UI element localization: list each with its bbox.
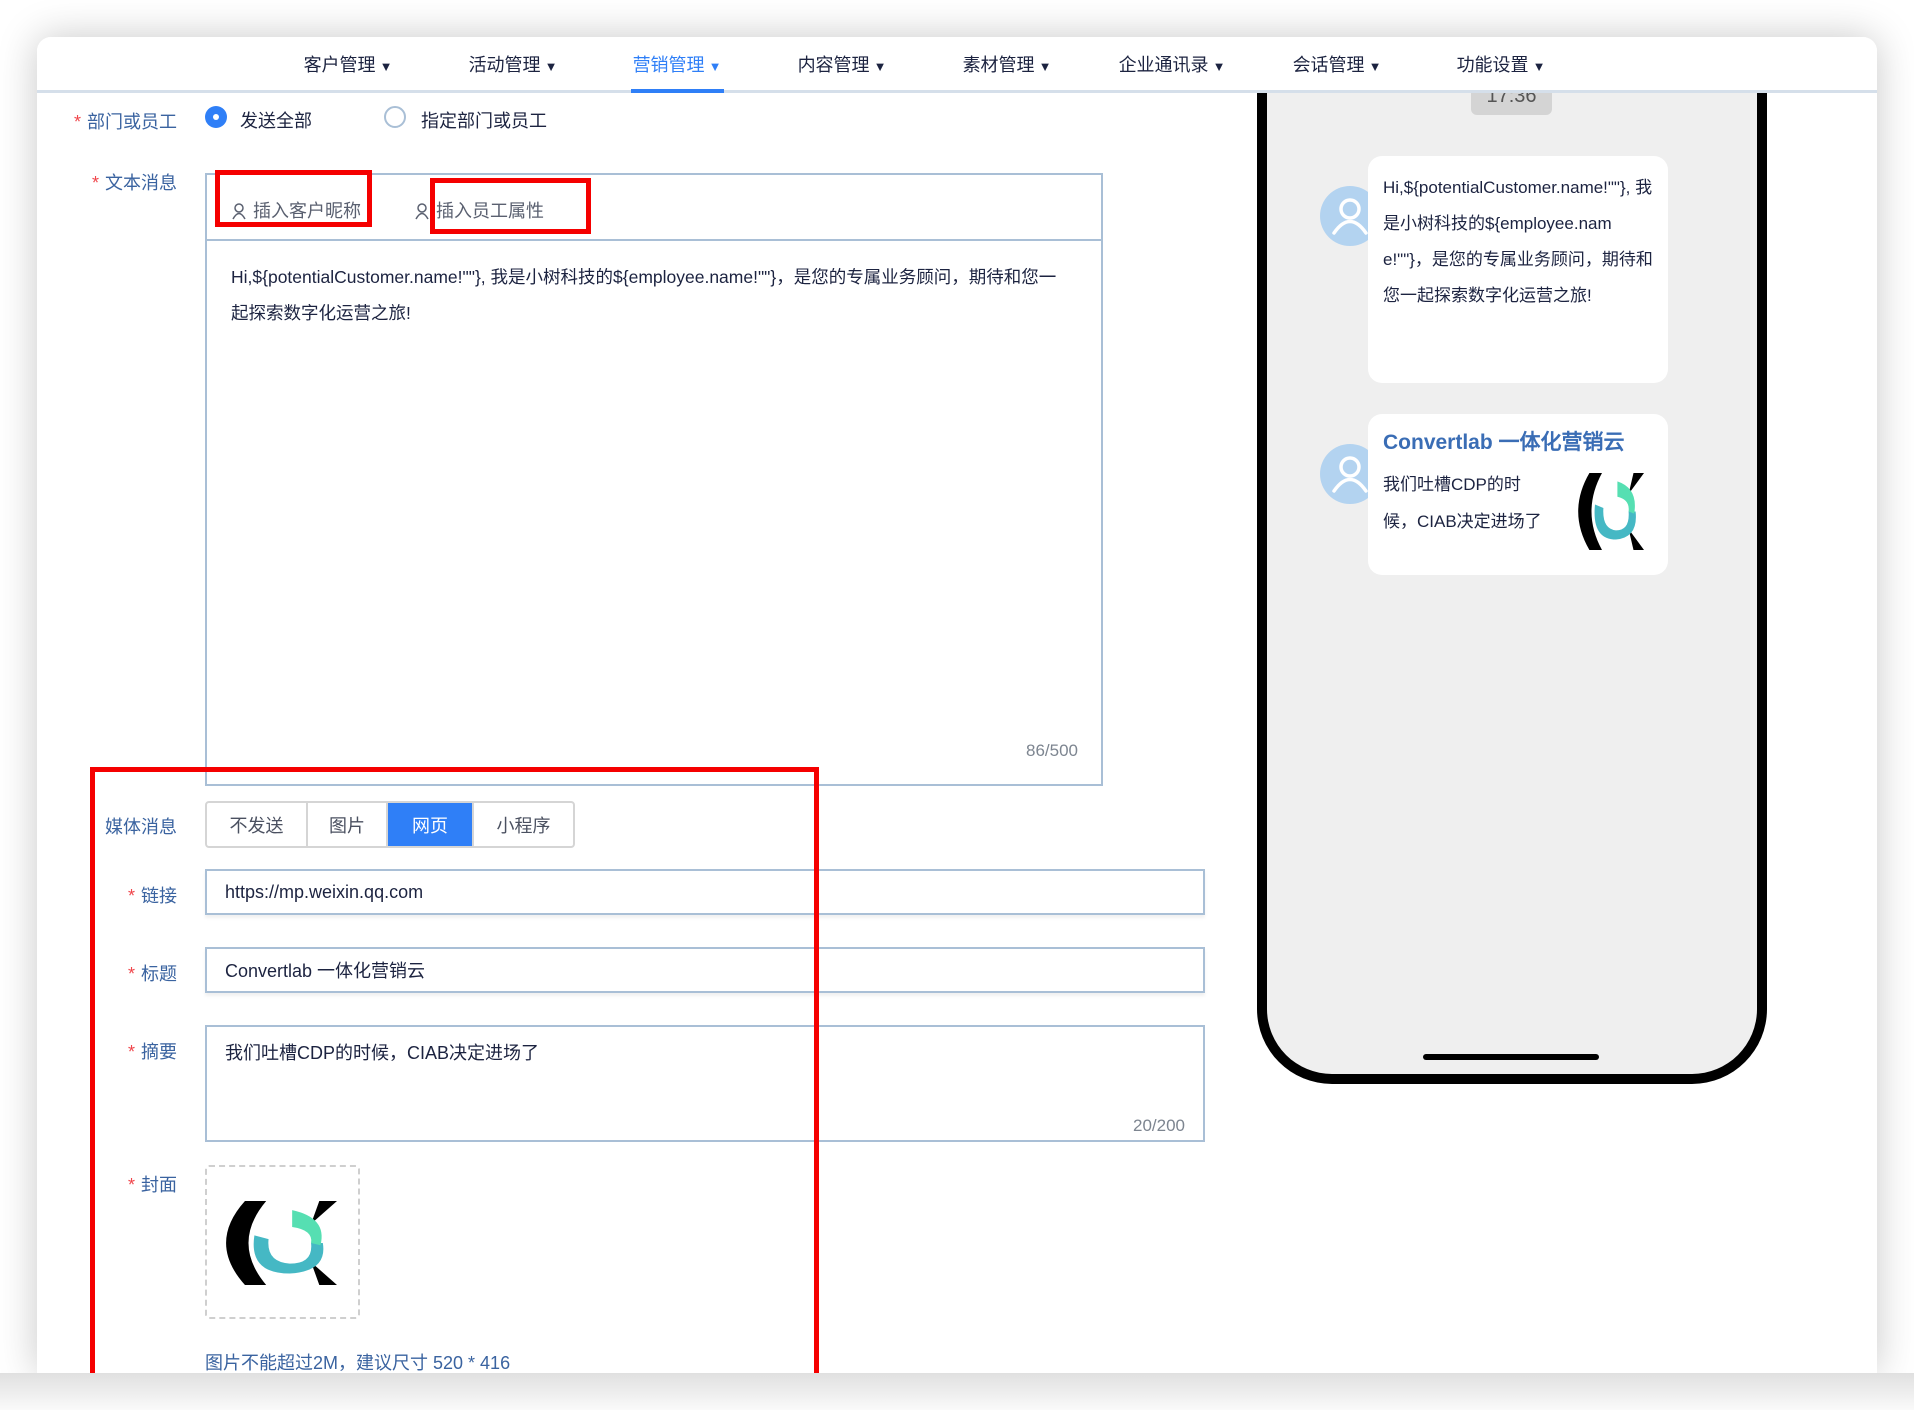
nav-label: 营销管理 [632, 55, 705, 75]
nav-label: 功能设置 [1456, 55, 1529, 75]
nav-material-management[interactable]: 素材管理 ▼ [963, 51, 1052, 77]
nav-label: 企业通讯录 [1118, 55, 1209, 75]
recipients-label: * 部门或员工 [74, 108, 177, 134]
link-card-bubble[interactable]: Convertlab 一体化营销云 我们吐槽CDP的时候，CIAB决定进场了 [1368, 414, 1668, 575]
required-mark: * [91, 173, 99, 193]
caret-down-icon: ▼ [873, 59, 887, 74]
nav-label: 客户管理 [303, 55, 376, 75]
label-text: 部门或员工 [87, 112, 177, 132]
phone-preview: 17:36 Hi,${potentialCustomer.name!""}, 我… [1257, 37, 1767, 1084]
home-indicator [1423, 1054, 1599, 1060]
summary-counter: 20/200 [1133, 1116, 1185, 1135]
caret-down-icon: ▼ [379, 59, 393, 74]
nav-marketing-management[interactable]: 营销管理 ▼ [633, 51, 722, 77]
nav-customer-management[interactable]: 客户管理 ▼ [304, 51, 393, 77]
convertlab-logo [1578, 473, 1644, 550]
link-card-description: 我们吐槽CDP的时候，CIAB决定进场了 [1383, 475, 1542, 531]
text-message-editor: 插入客户昵称 插入员工属性 Hi,${potentialCustomer.nam… [205, 173, 1103, 786]
text-message-bubble: Hi,${potentialCustomer.name!""}, 我是小树科技的… [1368, 156, 1668, 383]
user-icon [415, 203, 429, 220]
caret-down-icon: ▼ [1212, 59, 1226, 74]
bubble-text: Hi,${potentialCustomer.name!""}, 我是小树科技的… [1383, 178, 1653, 305]
highlight-box [90, 767, 819, 1373]
required-mark: * [73, 112, 81, 132]
highlight-box [430, 178, 591, 234]
text-message-input[interactable]: Hi,${potentialCustomer.name!""}, 我是小树科技的… [231, 259, 1071, 331]
nav-activity-management[interactable]: 活动管理 ▼ [469, 51, 558, 77]
app-window: 客户管理 ▼ 活动管理 ▼ 营销管理 ▼ 内容管理 ▼ 素材管理 ▼ 企业通讯录 ▼ 会话管… [37, 37, 1877, 1373]
caret-down-icon: ▼ [1532, 59, 1546, 74]
top-nav: 客户管理 ▼ 活动管理 ▼ 营销管理 ▼ 内容管理 ▼ 素材管理 ▼ 企业通讯录 ▼ 会话管… [37, 37, 1877, 93]
nav-label: 素材管理 [962, 55, 1035, 75]
text-message-label: * 文本消息 [92, 169, 177, 195]
nav-label: 内容管理 [797, 55, 870, 75]
nav-contacts[interactable]: 企业通讯录 ▼ [1119, 51, 1226, 77]
caret-down-icon: ▼ [708, 59, 722, 74]
nav-label: 活动管理 [468, 55, 541, 75]
highlight-box [215, 170, 372, 227]
nav-content-management[interactable]: 内容管理 ▼ [798, 51, 887, 77]
radio-send-all-label[interactable]: 发送全部 [240, 107, 312, 133]
radio-specify-department-label[interactable]: 指定部门或员工 [421, 107, 547, 133]
label-text: 文本消息 [105, 173, 177, 193]
active-tab-indicator [631, 89, 724, 93]
radio-send-all[interactable] [205, 106, 227, 128]
caret-down-icon: ▼ [1368, 59, 1382, 74]
caret-down-icon: ▼ [1038, 59, 1052, 74]
window-shadow [0, 1373, 1914, 1410]
text-message-counter: 86/500 [1026, 741, 1078, 760]
nav-label: 会话管理 [1292, 55, 1365, 75]
link-card-title: Convertlab 一体化营销云 [1383, 431, 1625, 454]
caret-down-icon: ▼ [544, 59, 558, 74]
nav-session-management[interactable]: 会话管理 ▼ [1293, 51, 1382, 77]
radio-specify-department[interactable] [384, 106, 406, 128]
nav-settings[interactable]: 功能设置 ▼ [1457, 51, 1546, 77]
